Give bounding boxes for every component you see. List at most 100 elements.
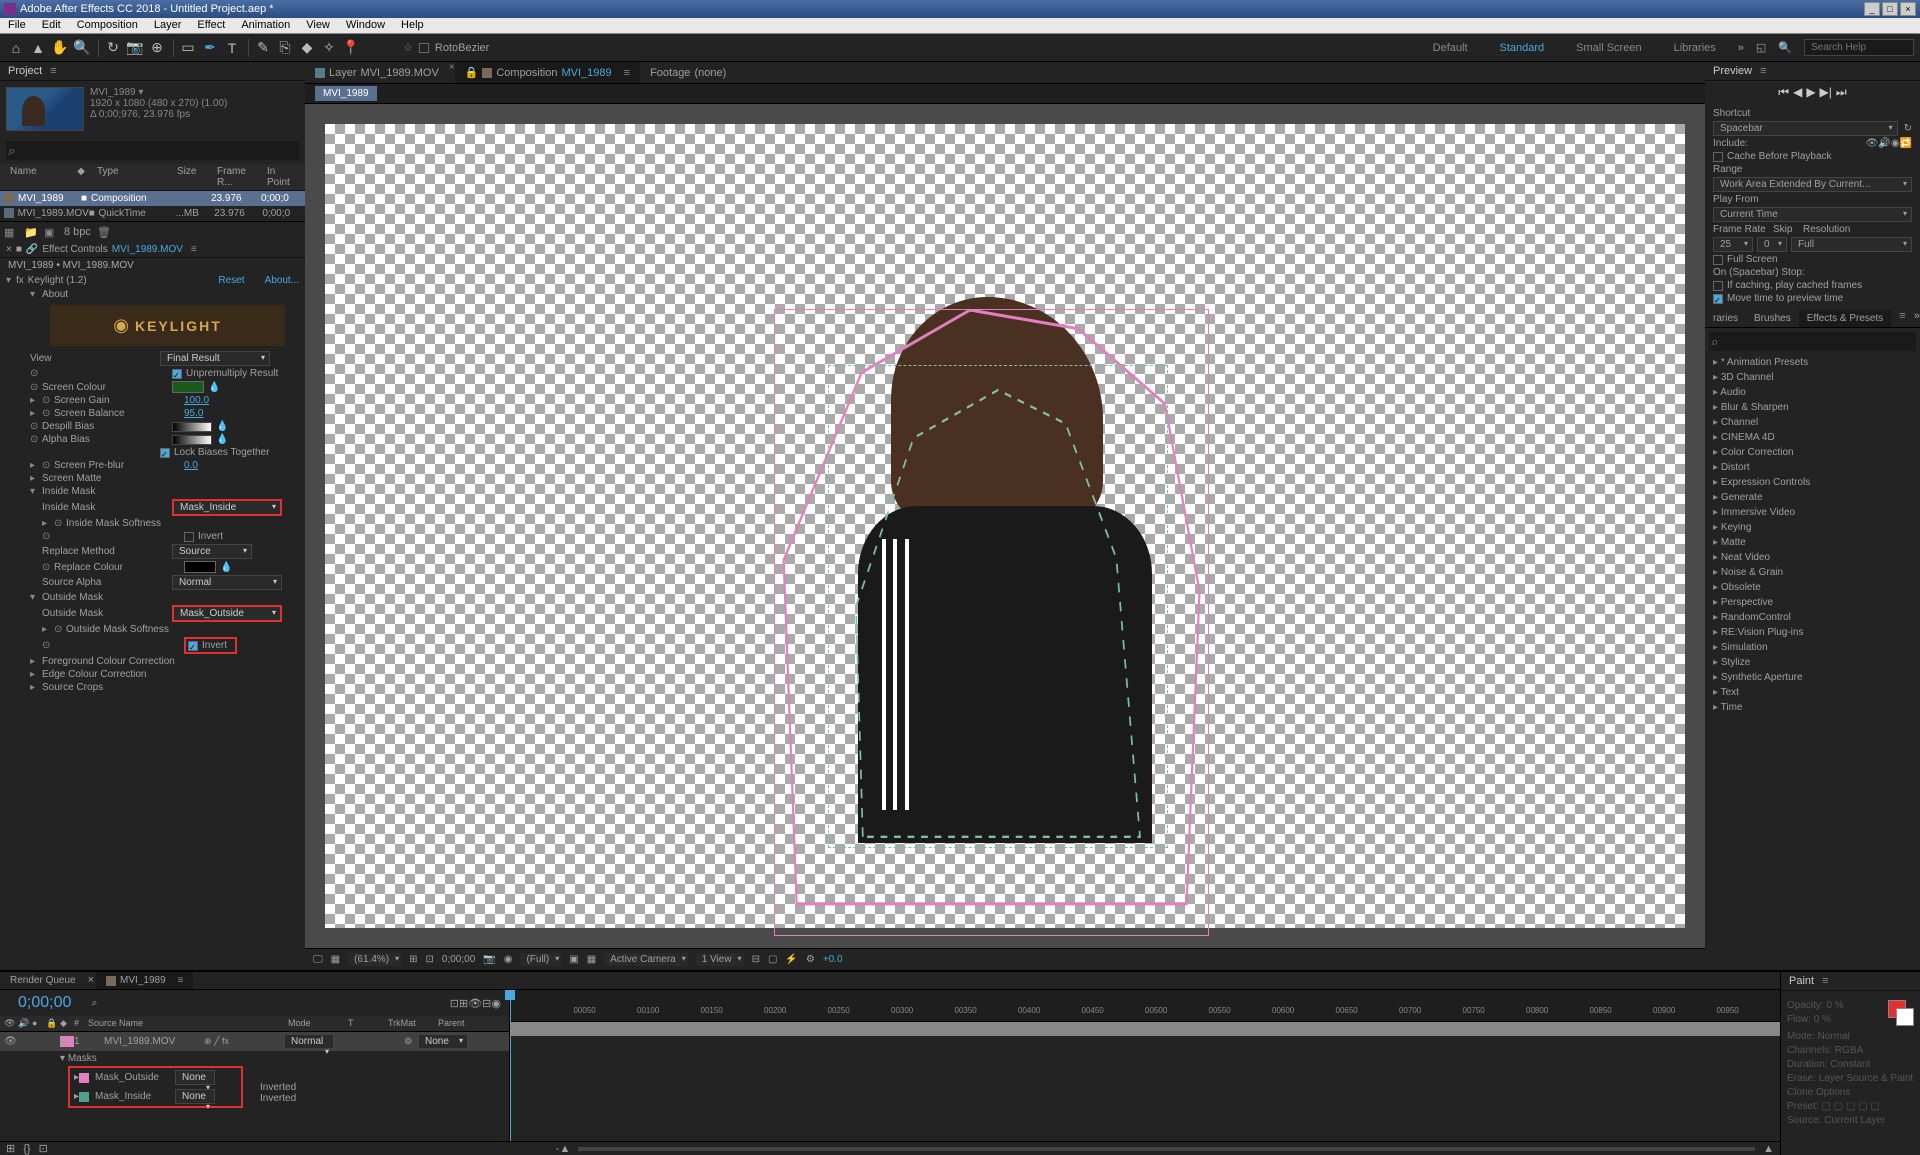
replace-method-dropdown[interactable]: Source — [172, 544, 252, 559]
lock-icon[interactable]: 🔒 — [465, 66, 479, 79]
vc-monitor-icon[interactable]: 🖵 — [313, 954, 323, 965]
eraser-tool-icon[interactable]: ◆ — [297, 38, 317, 58]
tab-footage[interactable]: Footage (none) — [640, 62, 736, 83]
col-type[interactable]: Type — [91, 166, 171, 188]
orbit-icon[interactable]: ↻ — [103, 38, 123, 58]
vc-res-dropdown[interactable]: (Full) — [520, 953, 561, 966]
menu-view[interactable]: View — [298, 18, 338, 33]
zoom-tool-icon[interactable]: 🔍 — [72, 38, 92, 58]
fx-twirl-icon[interactable]: ▾ — [6, 275, 16, 286]
vc-views[interactable]: 1 View — [696, 953, 744, 966]
erase-val[interactable]: Layer Source & Paint — [1819, 1073, 1914, 1084]
shortcut-dropdown[interactable]: Spacebar — [1713, 121, 1898, 136]
include-overlays-icon[interactable]: ◉ — [1891, 138, 1900, 149]
effects-search-input[interactable] — [1709, 332, 1916, 351]
effects-category[interactable]: Distort — [1705, 460, 1920, 475]
clone-tool-icon[interactable]: ⎘ — [275, 38, 295, 58]
folder-icon[interactable]: 📁 — [24, 226, 38, 240]
cache-checkbox[interactable] — [1713, 152, 1723, 162]
menu-layer[interactable]: Layer — [146, 18, 190, 33]
tab-effects-presets[interactable]: Effects & Presets — [1799, 310, 1892, 327]
tab-composition[interactable]: 🔒 Composition MVI_1989 ≡ — [455, 62, 640, 83]
effects-category[interactable]: Synthetic Aperture — [1705, 670, 1920, 685]
preblur-value[interactable]: 0.0 — [184, 460, 198, 471]
tl-zoom-out-icon[interactable]: -▲ — [556, 1143, 571, 1155]
tab-close-icon[interactable]: × — [86, 972, 96, 989]
new-comp-icon[interactable]: ▣ — [44, 226, 58, 240]
source-crops-label[interactable]: Source Crops — [42, 682, 103, 693]
prev-frame-icon[interactable]: ◀ — [1793, 85, 1802, 100]
paint-title[interactable]: Paint — [1789, 975, 1814, 987]
col-solo-icon[interactable]: ● — [32, 1018, 46, 1029]
vc-camera[interactable]: Active Camera — [604, 953, 688, 966]
menu-help[interactable]: Help — [393, 18, 432, 33]
alpha-bias-slider[interactable] — [172, 435, 212, 445]
project-panel-title[interactable]: Project — [8, 65, 42, 77]
outside-invert-checkbox[interactable] — [188, 641, 198, 651]
mask1-mode[interactable]: None — [175, 1070, 215, 1085]
workspace-default[interactable]: Default — [1423, 38, 1478, 58]
effects-category[interactable]: Blur & Sharpen — [1705, 400, 1920, 415]
text-tool-icon[interactable]: T — [222, 38, 242, 58]
tl-zoom-in-icon[interactable]: ▲ — [1763, 1143, 1774, 1155]
snap-icon[interactable]: ☆ — [403, 41, 413, 54]
inside-invert-checkbox[interactable] — [184, 532, 194, 542]
flow-val[interactable]: 0 % — [1814, 1014, 1831, 1025]
home-icon[interactable]: ⌂ — [6, 38, 26, 58]
lock-biases-checkbox[interactable] — [160, 448, 170, 458]
caching-checkbox[interactable] — [1713, 281, 1723, 291]
overflow-icon[interactable]: » — [1738, 42, 1744, 54]
close-button[interactable]: × — [1900, 2, 1916, 16]
effects-category[interactable]: Channel — [1705, 415, 1920, 430]
vc-timecode[interactable]: 0;00;00 — [442, 954, 475, 965]
source-alpha-dropdown[interactable]: Normal — [172, 575, 282, 590]
edge-colour-label[interactable]: Edge Colour Correction — [42, 669, 147, 680]
paint-menu-icon[interactable]: ≡ — [1822, 975, 1828, 987]
next-frame-icon[interactable]: ▶| — [1820, 85, 1832, 100]
stopwatch-icon[interactable]: ⊙ — [30, 382, 42, 393]
fx-badge-icon[interactable]: fx — [16, 275, 24, 286]
effects-category[interactable]: Color Correction — [1705, 445, 1920, 460]
play-from-dropdown[interactable]: Current Time — [1713, 207, 1912, 222]
minimize-button[interactable]: _ — [1864, 2, 1880, 16]
ec-menu-icon[interactable]: ≡ — [191, 244, 197, 255]
reset-icon[interactable]: ↻ — [1904, 123, 1912, 134]
tl-toggle-icon[interactable]: ⊞ — [6, 1142, 15, 1155]
sync-icon[interactable]: ◱ — [1756, 41, 1766, 54]
mode-val[interactable]: Normal — [1818, 1031, 1850, 1042]
layer-parent[interactable]: None — [418, 1034, 468, 1049]
timeline-timecode[interactable]: 0;00;00 — [8, 992, 81, 1014]
col-mode[interactable]: Mode — [288, 1018, 348, 1029]
col-frame[interactable]: Frame R... — [211, 166, 261, 188]
eyedropper-icon[interactable]: 💧 — [216, 434, 228, 445]
first-frame-icon[interactable]: ⏮ — [1778, 85, 1789, 100]
ep-menu-icon[interactable]: ≡ — [1899, 310, 1905, 327]
effects-category[interactable]: Time — [1705, 700, 1920, 715]
col-trkmat[interactable]: TrkMat — [388, 1018, 438, 1029]
layer-mode[interactable]: Normal — [284, 1034, 334, 1049]
vc-grid-icon[interactable]: ▦ — [331, 954, 340, 965]
search-help-input[interactable] — [1804, 39, 1914, 56]
col-parent[interactable]: Parent — [438, 1018, 465, 1029]
effects-category[interactable]: Stylize — [1705, 655, 1920, 670]
menu-file[interactable]: File — [0, 18, 34, 33]
effects-category[interactable]: 3D Channel — [1705, 370, 1920, 385]
source-val[interactable]: Current Layer — [1824, 1115, 1885, 1126]
inside-mask-dropdown[interactable]: Mask_Inside — [172, 499, 282, 516]
fullscreen-checkbox[interactable] — [1713, 255, 1723, 265]
puppet-tool-icon[interactable]: 📍 — [341, 38, 361, 58]
col-lock-icon[interactable]: 🔒 — [46, 1018, 60, 1029]
tl-frame-blend-icon[interactable]: ⊡ — [39, 1142, 48, 1155]
playhead[interactable] — [510, 990, 511, 1141]
fg-colour-label[interactable]: Foreground Colour Correction — [42, 656, 175, 667]
effects-category[interactable]: Obsolete — [1705, 580, 1920, 595]
search-icon[interactable]: 🔍 — [1778, 41, 1792, 54]
vc-roi-icon[interactable]: ▣ — [569, 954, 578, 965]
effects-category[interactable]: Text — [1705, 685, 1920, 700]
include-video-icon[interactable]: 👁 — [1866, 138, 1879, 149]
rotobezier-checkbox[interactable] — [419, 43, 429, 53]
timeline-ruler[interactable]: 0005000100001500020000250003000035000400… — [510, 990, 1780, 1022]
menu-animation[interactable]: Animation — [233, 18, 298, 33]
despill-slider[interactable] — [172, 422, 212, 432]
workspace-libraries[interactable]: Libraries — [1664, 38, 1726, 58]
